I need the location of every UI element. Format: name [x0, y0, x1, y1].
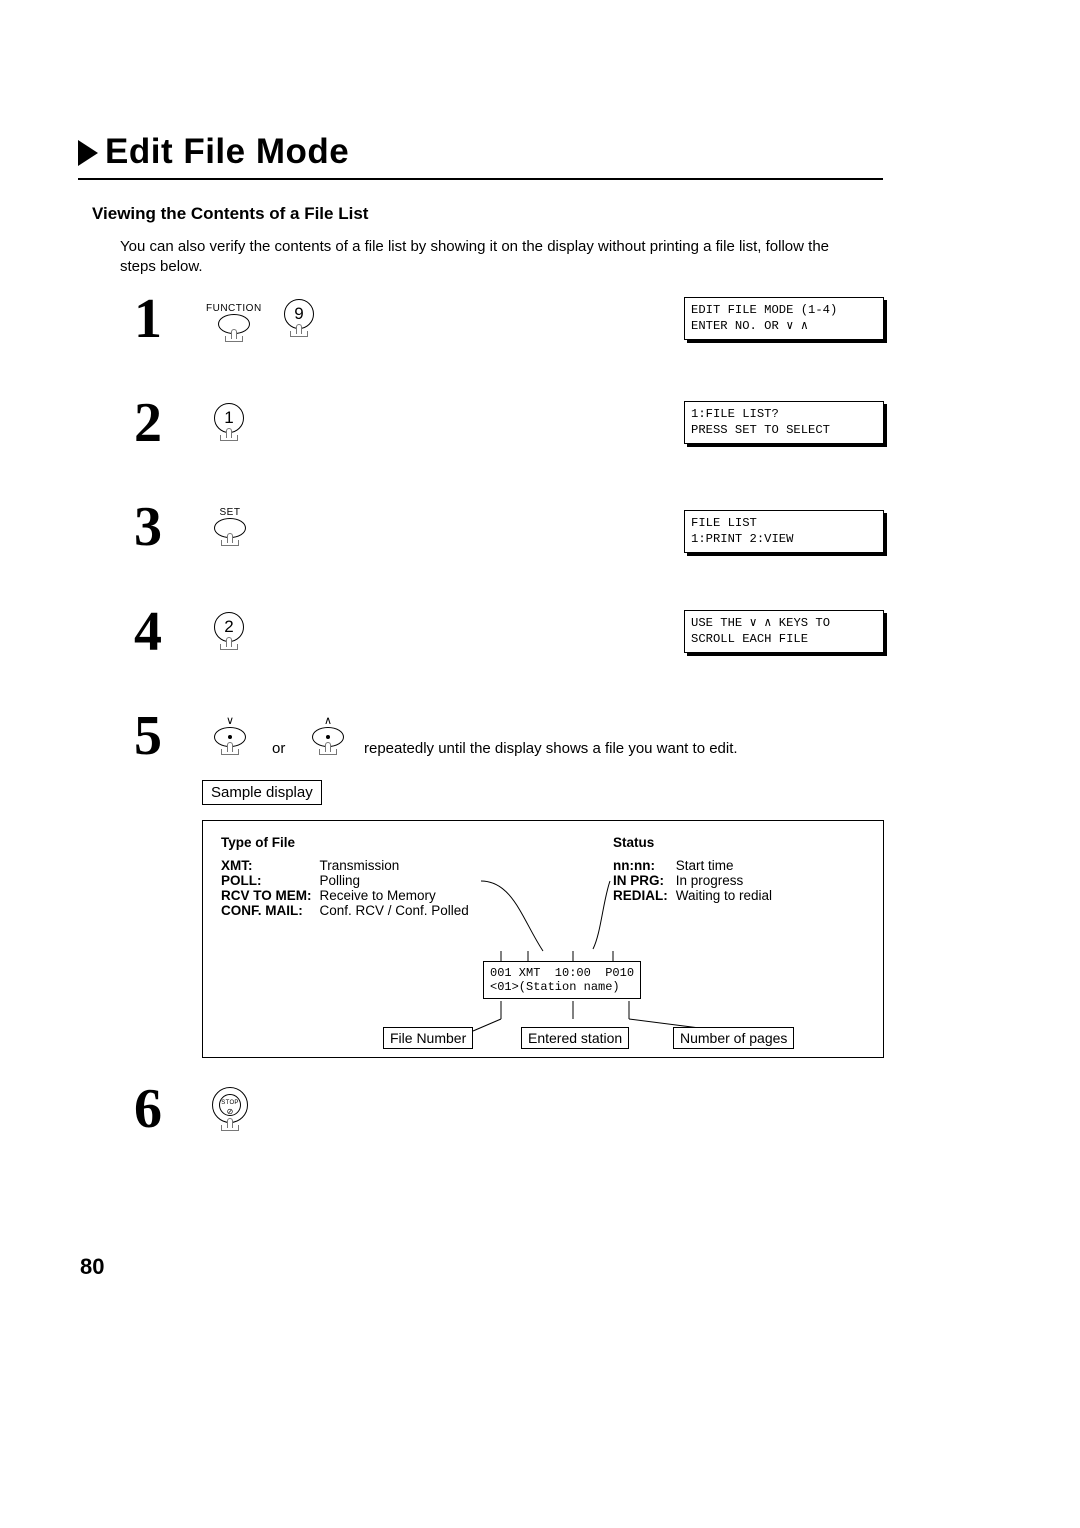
manual-page: Edit File Mode Viewing the Contents of a…: [0, 0, 1080, 1528]
lcd-display-step4: USE THE ∨ ∧ KEYS TO SCROLL EACH FILE: [684, 610, 884, 653]
step-number-3: 3: [134, 495, 162, 559]
entered-station-annotation: Entered station: [521, 1027, 629, 1049]
lcd-display-step1: EDIT FILE MODE (1-4) ENTER NO. OR ∨ ∧: [684, 297, 884, 340]
or-text: or: [272, 738, 285, 759]
file-number-annotation: File Number: [383, 1027, 473, 1049]
sample-lcd: 001 XMT 10:00 P010 <01>(Station name): [483, 961, 641, 999]
set-button-group: SET: [214, 507, 246, 546]
title-rule: [78, 178, 883, 180]
step-number-1: 1: [134, 287, 162, 351]
connector-lines-icon: [203, 821, 885, 1059]
up-caret-icon: ∧: [312, 714, 344, 727]
press-icon: [221, 540, 239, 546]
function-label: FUNCTION: [206, 303, 262, 314]
step5-instruction: repeatedly until the display shows a fil…: [364, 738, 738, 759]
intro-paragraph: You can also verify the contents of a fi…: [120, 237, 860, 278]
press-icon: [220, 435, 238, 441]
step-number-5: 5: [134, 704, 162, 768]
scroll-up-group: ∧: [312, 714, 344, 755]
step-number-4: 4: [134, 600, 162, 664]
legend-container: Type of File XMT:Transmission POLL:Polli…: [202, 820, 884, 1058]
stop-button-group: STOP ⊘: [212, 1087, 248, 1131]
section-subheading: Viewing the Contents of a File List: [92, 204, 368, 224]
page-number: 80: [80, 1254, 104, 1280]
lcd-display-step2: 1:FILE LIST? PRESS SET TO SELECT: [684, 401, 884, 444]
page-title: Edit File Mode: [105, 132, 349, 172]
keypad-2-group: 2: [214, 612, 244, 650]
press-icon: [290, 331, 308, 337]
press-icon: [319, 749, 337, 755]
down-caret-icon: ∨: [214, 714, 246, 727]
lcd-display-step3: FILE LIST 1:PRINT 2:VIEW: [684, 510, 884, 553]
scroll-down-group: ∨: [214, 714, 246, 755]
function-button-group: FUNCTION: [206, 303, 262, 342]
step-number-2: 2: [134, 391, 162, 455]
set-label: SET: [214, 507, 246, 518]
keypad-1-group: 1: [214, 403, 244, 441]
press-icon: [221, 1125, 239, 1131]
number-of-pages-annotation: Number of pages: [673, 1027, 794, 1049]
press-icon: [225, 336, 243, 342]
press-icon: [221, 749, 239, 755]
title-arrow-icon: [78, 140, 98, 166]
press-icon: [220, 644, 238, 650]
step-number-6: 6: [134, 1077, 162, 1141]
keypad-9-group: 9: [284, 299, 314, 337]
sample-display-label: Sample display: [202, 780, 322, 805]
